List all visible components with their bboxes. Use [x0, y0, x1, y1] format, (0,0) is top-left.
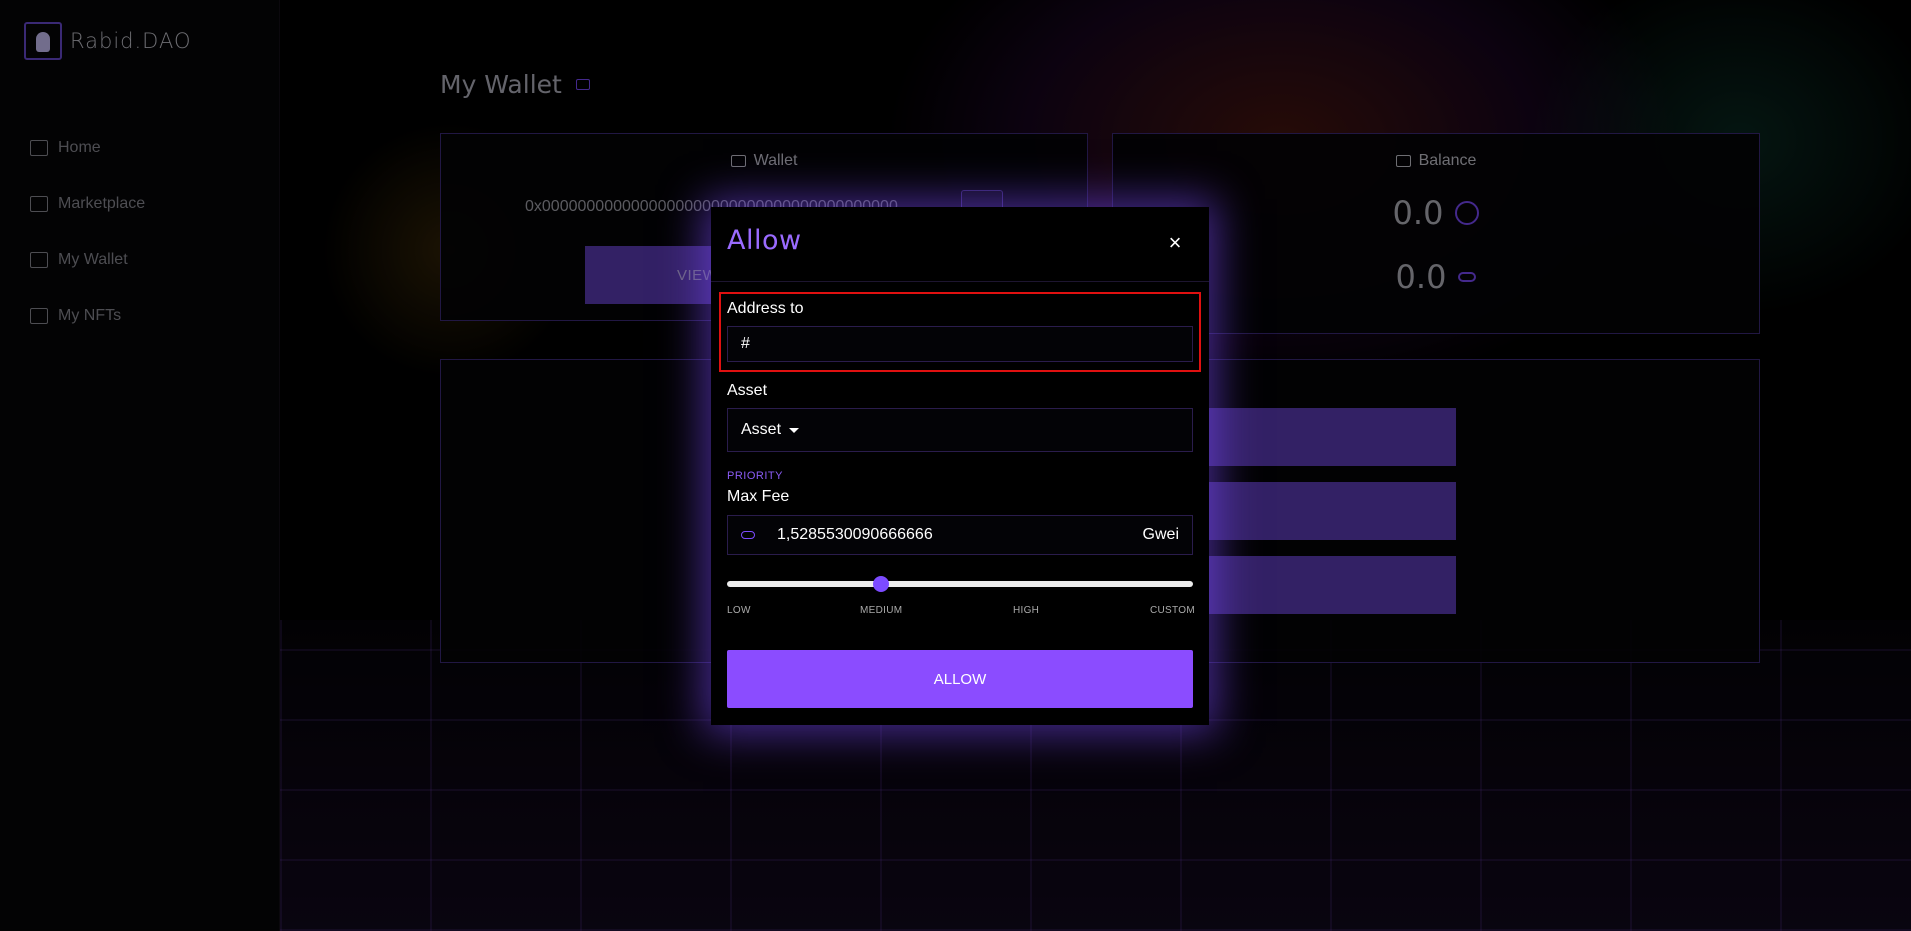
asset-select-value: Asset	[741, 421, 782, 438]
allow-modal: Allow × Address to # Asset Asset PRIORIT…	[711, 207, 1209, 725]
allow-button[interactable]: ALLOW	[727, 650, 1193, 708]
modal-divider	[711, 281, 1209, 282]
tick-custom: CUSTOM	[1150, 605, 1195, 616]
chain-link-icon	[741, 531, 755, 539]
slider-handle[interactable]	[872, 576, 889, 592]
tick-high: HIGH	[1013, 605, 1040, 616]
fee-unit: Gwei	[1142, 526, 1179, 543]
address-input[interactable]: #	[727, 326, 1193, 362]
asset-select[interactable]: Asset	[727, 408, 1193, 452]
max-fee-input[interactable]: 1,5285530090666666 Gwei	[727, 515, 1193, 555]
max-fee-label: Max Fee	[727, 488, 790, 505]
close-button[interactable]: ×	[1161, 229, 1189, 257]
tick-medium: MEDIUM	[860, 605, 903, 616]
priority-slider[interactable]	[727, 576, 1193, 592]
modal-title: Allow	[727, 225, 802, 256]
tick-low: LOW	[727, 605, 751, 616]
allow-button-label: ALLOW	[933, 670, 987, 688]
caret-down-icon	[789, 427, 800, 433]
max-fee-value: 1,5285530090666666	[777, 526, 933, 543]
priority-label: PRIORITY	[727, 470, 783, 482]
asset-label: Asset	[727, 382, 768, 399]
address-input-value: #	[741, 335, 750, 352]
address-label: Address to	[727, 300, 804, 317]
